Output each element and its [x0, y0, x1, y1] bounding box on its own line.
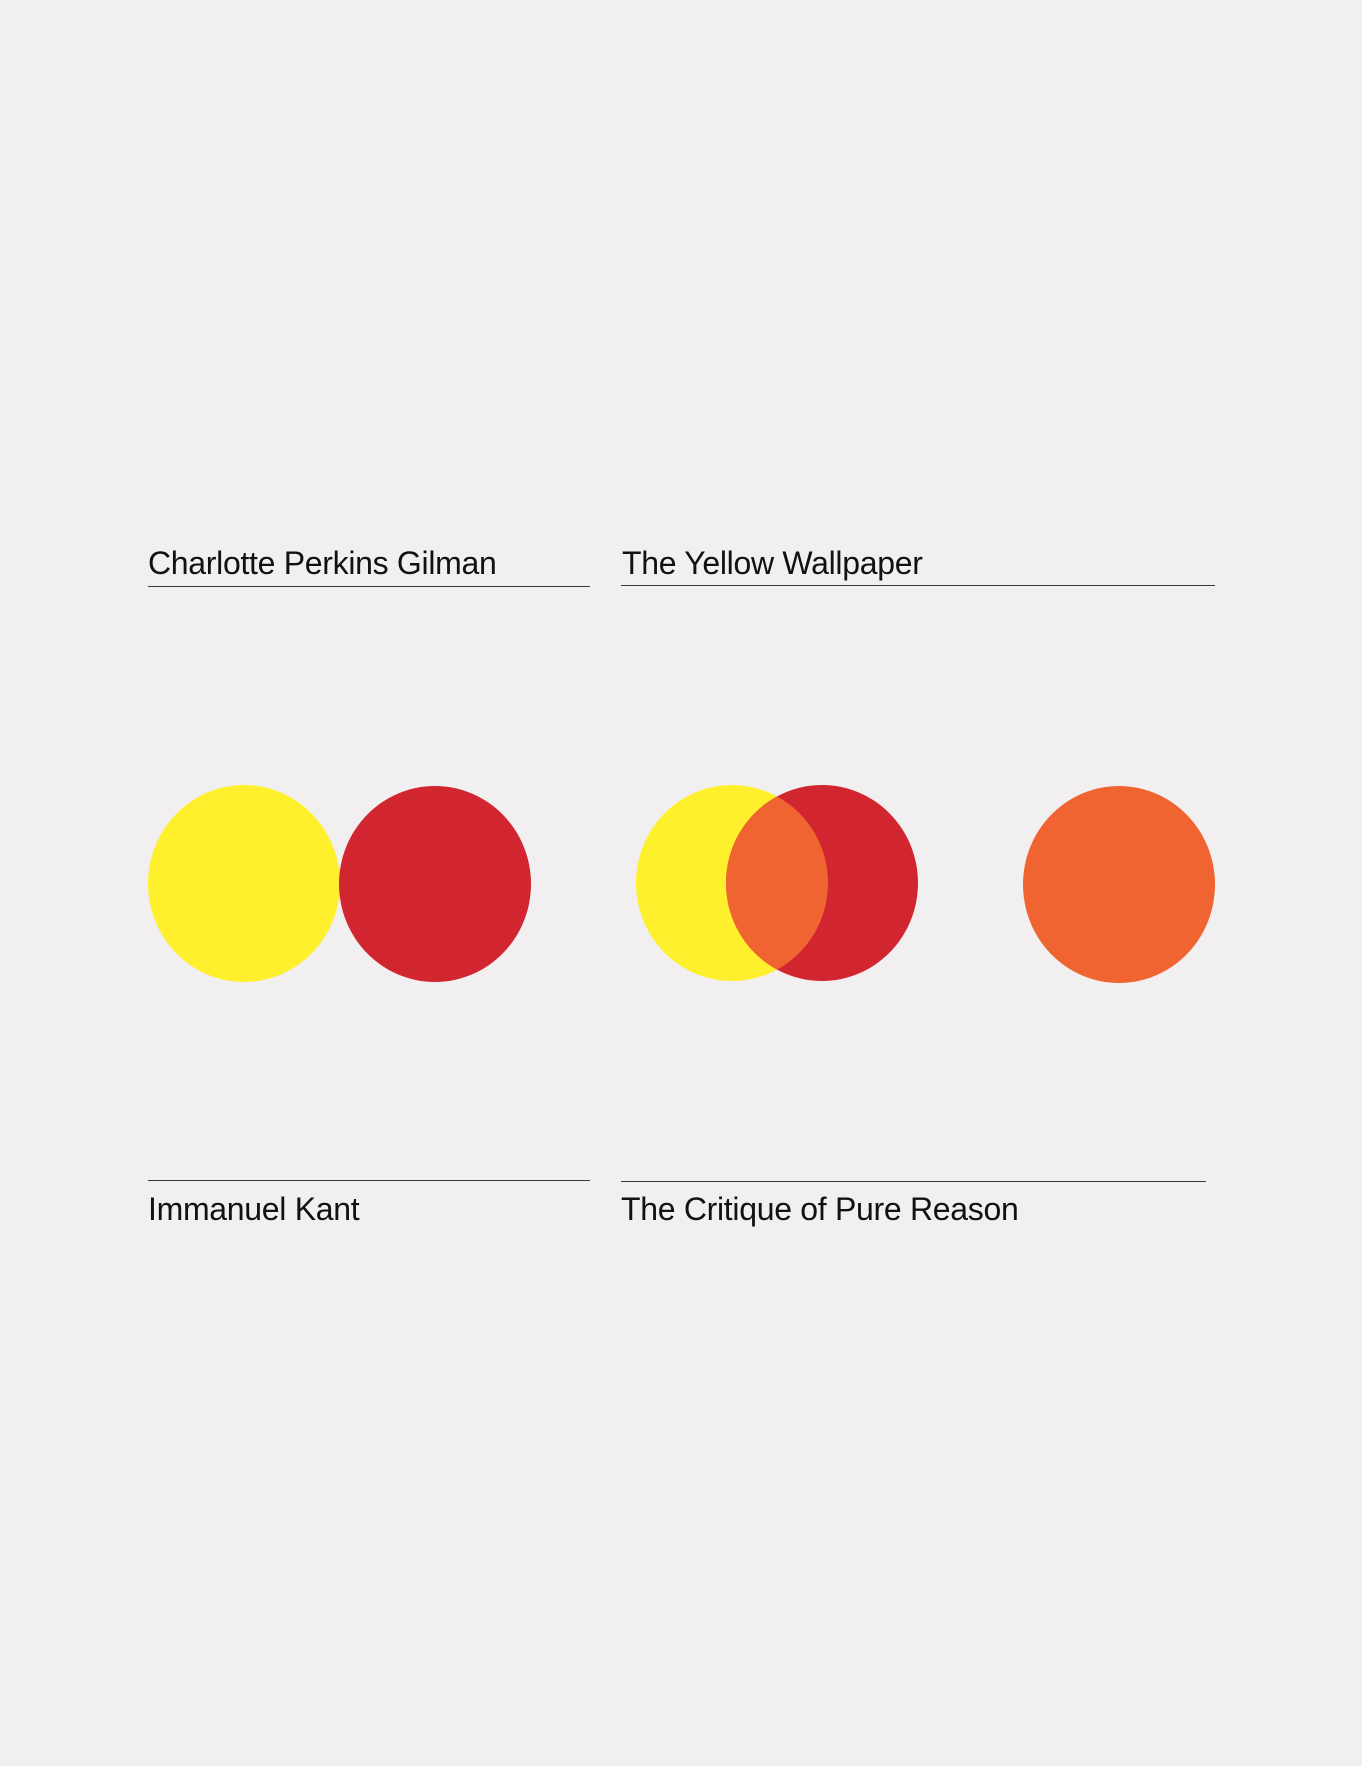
- orange-circle: [1023, 786, 1215, 983]
- bottom-author-rule: [148, 1180, 590, 1181]
- bottom-title-label: The Critique of Pure Reason: [621, 1191, 1019, 1227]
- bottom-author-label: Immanuel Kant: [148, 1191, 360, 1227]
- overlap-lens-shape: [726, 785, 828, 981]
- bottom-title-rule: [621, 1181, 1206, 1182]
